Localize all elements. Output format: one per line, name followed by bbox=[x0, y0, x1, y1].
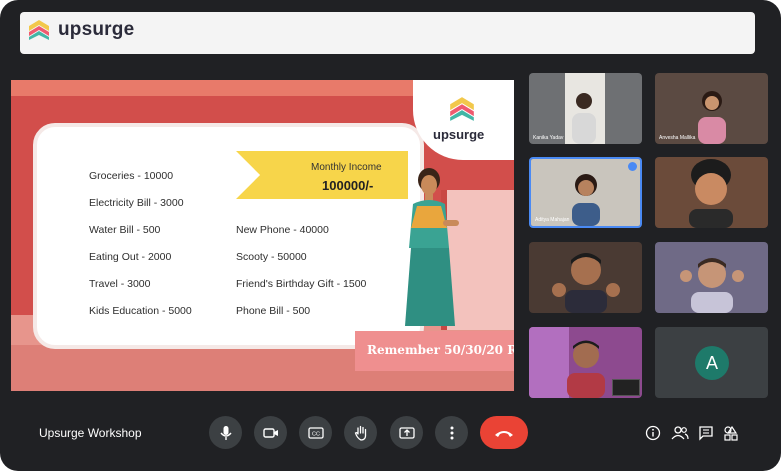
participant-silhouette bbox=[572, 174, 600, 226]
present-screen-button[interactable] bbox=[390, 416, 423, 449]
participant-tile[interactable] bbox=[655, 157, 768, 228]
participant-name: Kanika Yadav bbox=[533, 135, 564, 141]
participant-tile[interactable]: Aditya Mahajan bbox=[529, 157, 642, 228]
participant-tile[interactable] bbox=[655, 242, 768, 313]
slide-logo-text: upsurge bbox=[433, 127, 485, 142]
info-icon bbox=[645, 425, 661, 441]
participant-silhouette bbox=[552, 253, 620, 313]
people-icon bbox=[671, 426, 689, 440]
chat-button[interactable] bbox=[697, 424, 715, 442]
presentation-slide: Groceries - 10000 Electricity Bill - 300… bbox=[11, 80, 514, 391]
present-screen-icon bbox=[398, 426, 415, 439]
income-value: 100000/- bbox=[322, 178, 374, 193]
expense-item: Eating Out - 2000 bbox=[89, 251, 172, 263]
participant-name: Aditya Mahajan bbox=[535, 217, 570, 223]
meeting-window: upsurge Groceries - 10000 Electricity Bi… bbox=[0, 0, 781, 471]
svg-text:CC: CC bbox=[312, 431, 320, 437]
participant-silhouette bbox=[698, 91, 726, 144]
expense-item: New Phone - 40000 bbox=[236, 224, 329, 236]
self-view-thumbnail bbox=[612, 379, 640, 396]
avatar: A bbox=[695, 346, 729, 380]
expense-item: Travel - 3000 bbox=[89, 278, 151, 290]
participant-silhouette bbox=[689, 159, 733, 228]
activities-shapes-icon bbox=[724, 425, 738, 441]
rule-text: Remember 50/30/20 Rule bbox=[367, 343, 514, 357]
top-bar: upsurge bbox=[20, 12, 755, 54]
expense-item: Electricity Bill - 3000 bbox=[89, 197, 184, 209]
expense-item: Scooty - 50000 bbox=[236, 251, 307, 263]
raise-hand-button[interactable] bbox=[344, 416, 377, 449]
meeting-title: Upsurge Workshop bbox=[39, 426, 142, 440]
brand-name: upsurge bbox=[58, 19, 135, 40]
upsurge-logo-icon bbox=[29, 20, 49, 40]
expense-item: Kids Education - 5000 bbox=[89, 305, 192, 317]
participant-silhouette bbox=[572, 93, 596, 144]
brand: upsurge bbox=[28, 19, 134, 41]
microphone-icon bbox=[219, 425, 232, 440]
video-camera-icon bbox=[262, 427, 278, 438]
participant-silhouette bbox=[567, 340, 605, 398]
participant-silhouette bbox=[680, 258, 744, 313]
chat-icon bbox=[699, 426, 713, 441]
captions-button[interactable]: CC bbox=[299, 416, 332, 449]
leave-call-button[interactable] bbox=[480, 416, 528, 449]
expense-item: Groceries - 10000 bbox=[89, 170, 174, 182]
activities-button[interactable] bbox=[722, 424, 740, 442]
expense-item: Friend's Birthday Gift - 1500 bbox=[236, 278, 367, 290]
more-options-button[interactable] bbox=[435, 416, 468, 449]
participant-tile[interactable]: Kanika Yadav bbox=[529, 73, 642, 144]
participant-tile[interactable]: A bbox=[655, 327, 768, 398]
speaking-indicator-icon bbox=[628, 162, 637, 171]
raise-hand-icon bbox=[354, 425, 366, 441]
income-label: Monthly Income bbox=[311, 162, 382, 173]
people-button[interactable] bbox=[671, 424, 689, 442]
participant-tile[interactable]: Anvesha Mallika bbox=[655, 73, 768, 144]
participant-name: Anvesha Mallika bbox=[659, 135, 696, 141]
upsurge-logo-icon bbox=[450, 97, 474, 121]
participant-tile[interactable] bbox=[529, 327, 642, 398]
participant-tile[interactable] bbox=[529, 242, 642, 313]
meeting-details-button[interactable] bbox=[644, 424, 662, 442]
microphone-button[interactable] bbox=[209, 416, 242, 449]
expense-item: Phone Bill - 500 bbox=[236, 305, 311, 317]
presenter-illustration bbox=[405, 168, 459, 326]
closed-captions-icon: CC bbox=[307, 426, 324, 439]
hang-up-icon bbox=[495, 430, 513, 437]
expense-item: Water Bill - 500 bbox=[89, 224, 161, 236]
slide-logo: upsurge bbox=[413, 80, 514, 160]
camera-button[interactable] bbox=[254, 416, 287, 449]
more-vertical-icon bbox=[450, 426, 453, 439]
